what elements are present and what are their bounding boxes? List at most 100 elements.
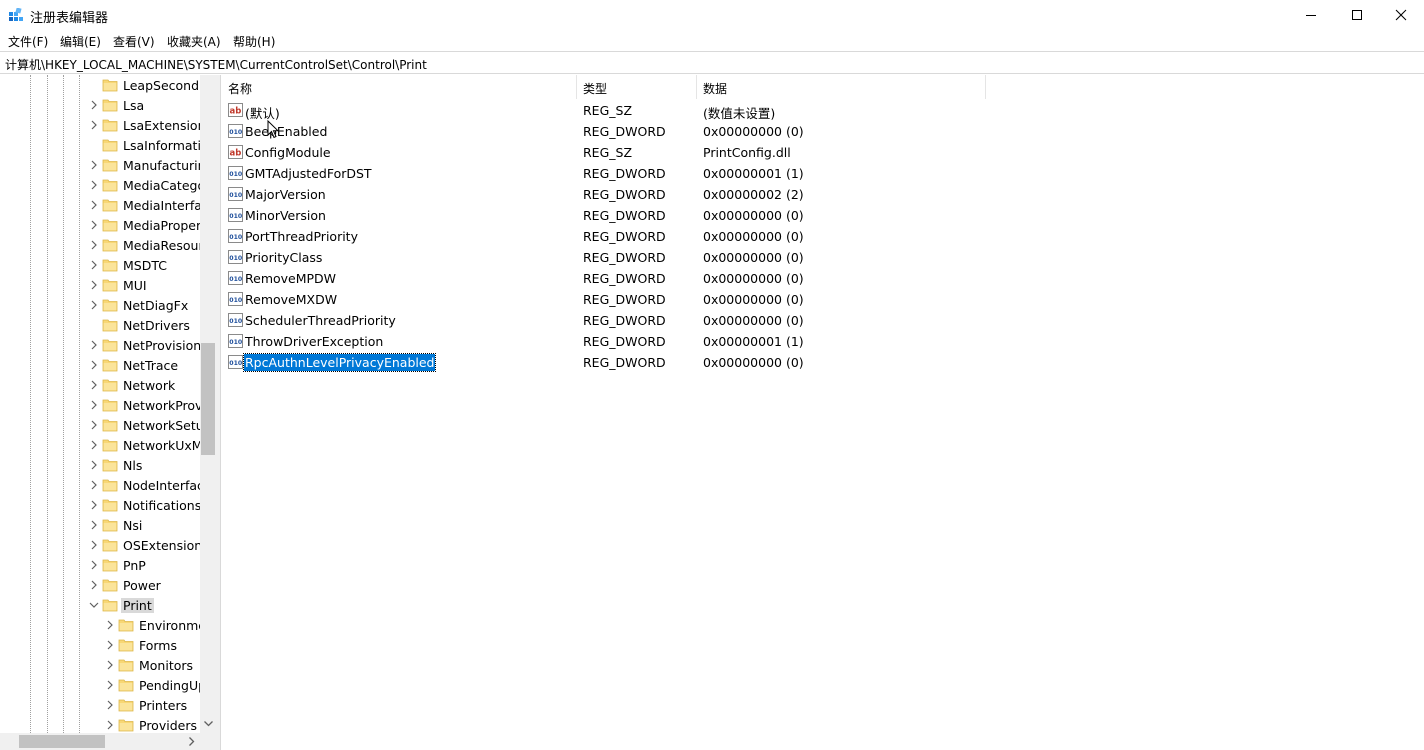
menu-view[interactable]: 查看(V) — [113, 33, 155, 50]
value-row[interactable]: 010 PortThreadPriority REG_DWORD 0x00000000… — [222, 226, 986, 247]
tree-item[interactable]: MediaResources — [0, 235, 200, 255]
chevron-right-icon[interactable] — [88, 299, 100, 311]
chevron-right-icon[interactable] — [88, 279, 100, 291]
value-name: BeepEnabled — [245, 124, 328, 139]
column-header-type[interactable]: 类型 — [577, 75, 697, 99]
chevron-right-icon[interactable] — [88, 439, 100, 451]
tree-item[interactable]: MediaCategories — [0, 175, 200, 195]
chevron-right-icon[interactable] — [88, 379, 100, 391]
chevron-right-icon[interactable] — [88, 199, 100, 211]
chevron-right-icon[interactable] — [88, 559, 100, 571]
tree-item[interactable]: Print — [0, 595, 200, 615]
column-header-name[interactable]: 名称 — [222, 75, 577, 99]
tree-item[interactable]: LsaInformation — [0, 135, 200, 155]
tree-item[interactable]: Environments — [0, 615, 200, 635]
minimize-button[interactable] — [1288, 0, 1334, 30]
value-row[interactable]: ab ConfigModule REG_SZ PrintConfig.dll — [222, 142, 986, 163]
chevron-right-icon[interactable] — [88, 359, 100, 371]
tree-item[interactable]: NetworkSetup2 — [0, 415, 200, 435]
value-row[interactable]: 010 BeepEnabled REG_DWORD 0x00000000 (0) — [222, 121, 986, 142]
tree-item[interactable]: PendingUpgrades — [0, 675, 200, 695]
menu-file[interactable]: 文件(F) — [8, 33, 48, 50]
chevron-right-icon[interactable] — [104, 639, 116, 651]
value-row[interactable]: 010 RpcAuthnLevelPrivacyEnabled REG_DWORD 0… — [222, 352, 986, 373]
scroll-down-button[interactable] — [200, 716, 216, 732]
chevron-right-icon[interactable] — [104, 719, 116, 731]
chevron-right-icon[interactable] — [88, 119, 100, 131]
tree-item[interactable]: MediaInterfaces — [0, 195, 200, 215]
value-list[interactable]: 名称 类型 数据 ab (默认) REG_SZ (数值未设置) 010 BeepEnabl… — [222, 75, 1424, 750]
chevron-right-icon[interactable] — [88, 419, 100, 431]
tree-vertical-scroll-thumb[interactable] — [201, 343, 215, 455]
chevron-right-icon[interactable] — [88, 459, 100, 471]
chevron-right-icon[interactable] — [88, 579, 100, 591]
chevron-right-icon[interactable] — [88, 179, 100, 191]
pane-splitter[interactable] — [216, 75, 221, 750]
tree-item[interactable]: ManufacturingMode — [0, 155, 200, 175]
scroll-right-button[interactable] — [183, 733, 200, 750]
tree-item[interactable]: Nsi — [0, 515, 200, 535]
tree-horizontal-scroll-thumb[interactable] — [19, 735, 105, 748]
tree-item[interactable]: Providers — [0, 715, 200, 735]
value-row[interactable]: 010 MajorVersion REG_DWORD 0x00000002 (2) — [222, 184, 986, 205]
tree-item[interactable]: NetworkUxManager — [0, 435, 200, 455]
tree-item[interactable]: PnP — [0, 555, 200, 575]
tree-horizontal-scrollbar[interactable] — [0, 733, 200, 750]
chevron-right-icon[interactable] — [88, 259, 100, 271]
value-row[interactable]: 010 PriorityClass REG_DWORD 0x00000000 (0) — [222, 247, 986, 268]
chevron-down-icon[interactable] — [88, 599, 100, 611]
tree-item[interactable]: MediaProperties — [0, 215, 200, 235]
folder-icon — [102, 559, 118, 572]
tree-item[interactable]: Lsa — [0, 95, 200, 115]
chevron-right-icon[interactable] — [88, 519, 100, 531]
chevron-right-icon[interactable] — [88, 399, 100, 411]
tree-item[interactable]: Forms — [0, 635, 200, 655]
chevron-right-icon[interactable] — [88, 239, 100, 251]
close-button[interactable] — [1378, 0, 1424, 30]
tree-item[interactable]: Printers — [0, 695, 200, 715]
tree-item[interactable]: Monitors — [0, 655, 200, 675]
chevron-right-icon[interactable] — [104, 619, 116, 631]
tree-item[interactable]: OSExtensionDatabase — [0, 535, 200, 555]
menu-help[interactable]: 帮助(H) — [233, 33, 275, 50]
value-row[interactable]: 010 RemoveMPDW REG_DWORD 0x00000000 (0) — [222, 268, 986, 289]
tree-item[interactable]: NodeInterfaces — [0, 475, 200, 495]
tree-item[interactable]: NetworkProvider — [0, 395, 200, 415]
value-row[interactable]: 010 SchedulerThreadPriority REG_DWORD 0x000… — [222, 310, 986, 331]
chevron-right-icon[interactable] — [104, 659, 116, 671]
tree-item[interactable]: LsaExtensionConfig — [0, 115, 200, 135]
tree-item[interactable]: Notifications — [0, 495, 200, 515]
tree-item[interactable]: LeapSecondInformation — [0, 75, 200, 95]
registry-tree[interactable]: LeapSecondInformation Lsa LsaExtensionConf… — [0, 75, 216, 750]
tree-item[interactable]: MUI — [0, 275, 200, 295]
chevron-right-icon[interactable] — [88, 499, 100, 511]
tree-item[interactable]: Nls — [0, 455, 200, 475]
chevron-right-icon[interactable] — [88, 539, 100, 551]
value-row[interactable]: 010 MinorVersion REG_DWORD 0x00000000 (0) — [222, 205, 986, 226]
tree-item[interactable]: Network — [0, 375, 200, 395]
chevron-right-icon[interactable] — [88, 219, 100, 231]
menu-favorites[interactable]: 收藏夹(A) — [167, 33, 221, 50]
tree-item[interactable]: NetTrace — [0, 355, 200, 375]
column-header-data[interactable]: 数据 — [697, 75, 986, 99]
tree-item[interactable]: MSDTC — [0, 255, 200, 275]
chevron-right-icon[interactable] — [88, 159, 100, 171]
value-row[interactable]: 010 RemoveMXDW REG_DWORD 0x00000000 (0) — [222, 289, 986, 310]
tree-item[interactable]: NetDiagFx — [0, 295, 200, 315]
address-path[interactable]: 计算机\HKEY_LOCAL_MACHINE\SYSTEM\CurrentCon… — [5, 56, 427, 73]
address-bar[interactable]: 计算机\HKEY_LOCAL_MACHINE\SYSTEM\CurrentCon… — [0, 51, 1424, 74]
menu-edit[interactable]: 编辑(E) — [60, 33, 101, 50]
tree-item[interactable]: Power — [0, 575, 200, 595]
chevron-right-icon[interactable] — [88, 99, 100, 111]
chevron-right-icon[interactable] — [88, 479, 100, 491]
tree-item[interactable]: NetDrivers — [0, 315, 200, 335]
chevron-right-icon[interactable] — [104, 699, 116, 711]
chevron-right-icon[interactable] — [104, 679, 116, 691]
tree-item[interactable]: NetProvision — [0, 335, 200, 355]
maximize-button[interactable] — [1334, 0, 1380, 30]
value-row[interactable]: 010 ThrowDriverException REG_DWORD 0x000000… — [222, 331, 986, 352]
value-row[interactable]: ab (默认) REG_SZ (数值未设置) — [222, 100, 986, 121]
value-row[interactable]: 010 GMTAdjustedForDST REG_DWORD 0x00000001 … — [222, 163, 986, 184]
chevron-right-icon[interactable] — [88, 339, 100, 351]
tree-vertical-scrollbar[interactable] — [200, 75, 216, 733]
